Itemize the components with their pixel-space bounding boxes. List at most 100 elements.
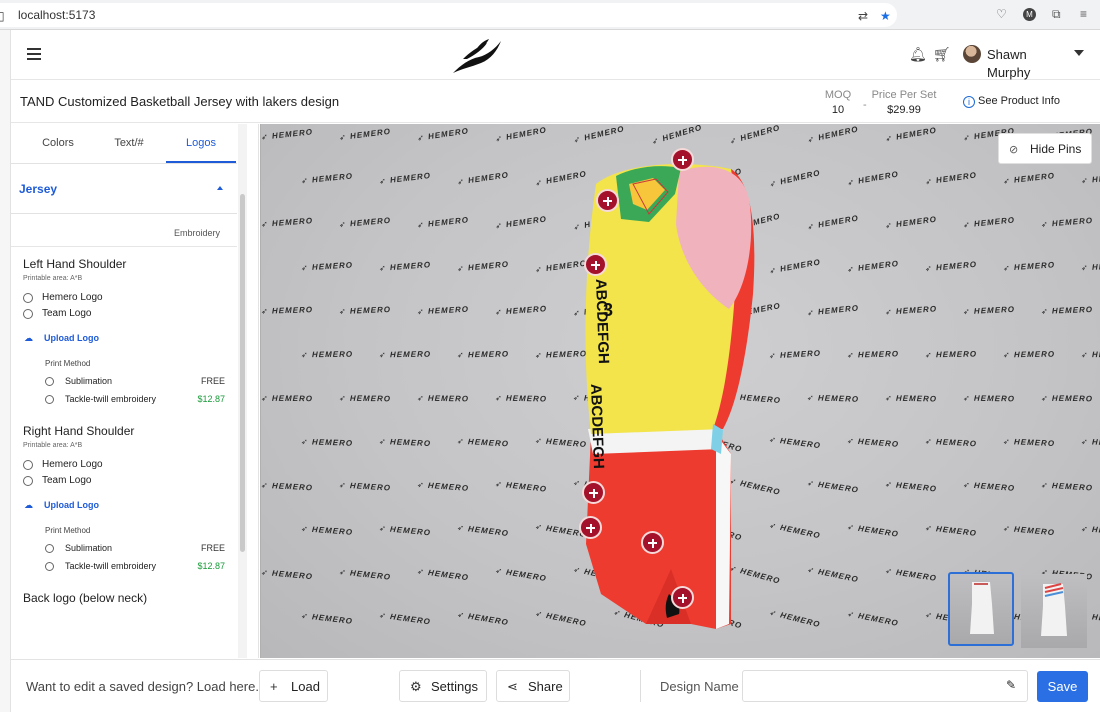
price-label: Price Per Set (871, 89, 937, 101)
thumbnail-side-view[interactable] (1021, 574, 1087, 648)
divider (11, 246, 237, 247)
pocket-icon[interactable]: ♡ (996, 7, 1007, 21)
eye-off-icon: ⊘ (1009, 144, 1019, 156)
method-price: $12.87 (197, 394, 225, 404)
chevron-up-icon[interactable] (217, 186, 223, 190)
3d-viewer[interactable]: ➶ HEMERO ➶ HEMERO ➶ HEMERO ➶ HEMERO ➶ HEMERO… (260, 124, 1100, 658)
jersey-number: 3 (603, 300, 613, 320)
method-tackle-twill[interactable]: Tackle-twill embroidery $12.87 (45, 561, 225, 573)
pin-add-icon[interactable] (579, 516, 602, 539)
radio-label: Hemero Logo (42, 292, 103, 303)
radio-hemero-logo[interactable]: Hemero Logo (23, 292, 203, 306)
method-sublimation[interactable]: Sublimation FREE (45, 543, 225, 555)
page-title: TAND Customized Basketball Jersey with l… (20, 94, 340, 109)
cloud-upload-icon: ☁ (24, 333, 33, 343)
moq-value: 10 (831, 104, 845, 116)
divider (640, 670, 641, 702)
radio-button[interactable] (45, 544, 54, 553)
gear-icon: ⚙ (410, 679, 422, 694)
section-jersey-header[interactable]: Jersey (11, 164, 237, 214)
browser-toolbar: ▯ localhost:5173 ⇄ ★ ♡ M ⧉ ≡ (0, 0, 1100, 30)
radio-button[interactable] (45, 377, 54, 386)
active-tab-indicator (166, 161, 236, 163)
bell-icon[interactable]: 🔔︎ (909, 46, 927, 63)
print-method-label: Print Method (45, 526, 91, 535)
tab-text[interactable]: Text/# (94, 137, 164, 149)
chevron-down-icon[interactable] (1074, 50, 1084, 56)
radio-label: Team Logo (42, 308, 92, 319)
pencil-icon[interactable]: ✎ (1006, 678, 1016, 692)
info-icon: i (963, 96, 975, 108)
hide-pins-button[interactable]: ⊘ Hide Pins (998, 133, 1092, 164)
logo[interactable] (449, 35, 505, 75)
tab-bar: Colors Text/# Logos (11, 124, 237, 164)
method-price: $12.87 (197, 561, 225, 571)
url-text[interactable]: localhost:5173 (18, 8, 95, 22)
tab-colors[interactable]: Colors (23, 137, 93, 149)
pin-add-icon[interactable] (582, 481, 605, 504)
user-name[interactable]: Shawn Murphy (987, 46, 1057, 82)
pin-add-icon[interactable] (671, 586, 694, 609)
jersey-text-back: ABCDEFGH (587, 384, 607, 470)
product-title-bar: TAND Customized Basketball Jersey with l… (11, 81, 1100, 123)
radio-button[interactable] (45, 395, 54, 404)
avatar[interactable] (963, 45, 981, 63)
radio-button[interactable] (23, 476, 33, 486)
cart-icon[interactable]: 🛒︎ (933, 46, 951, 63)
page-info-icon[interactable]: ▯ (0, 9, 5, 23)
design-name-input[interactable] (742, 670, 1028, 702)
upload-logo-link[interactable]: ☁ Upload Logo (24, 500, 99, 511)
address-bar[interactable]: ▯ localhost:5173 ⇄ ★ (0, 3, 897, 27)
method-price: FREE (200, 376, 225, 386)
tab-logos[interactable]: Logos (166, 137, 236, 149)
side-trim (0, 30, 11, 712)
radio-button[interactable] (23, 309, 33, 319)
group-title: Back logo (below neck) (23, 591, 148, 605)
settings-label: Settings (431, 679, 478, 694)
method-price: FREE (200, 543, 225, 553)
edit-prompt: Want to edit a saved design? Load here. (26, 679, 259, 694)
method-label: Embroidery (174, 228, 221, 238)
group-subtitle: Printable area: A*B (23, 275, 83, 282)
share-icon: ⋖ (507, 679, 518, 694)
radio-label: Hemero Logo (42, 459, 103, 470)
price-value: $29.99 (887, 104, 921, 116)
pin-add-icon[interactable] (641, 531, 664, 554)
upload-logo-link[interactable]: ☁ Upload Logo (24, 333, 99, 344)
save-button[interactable]: Save (1037, 671, 1088, 702)
method-label: Sublimation (65, 376, 113, 386)
jersey-text: ABCDEFGH (592, 279, 612, 365)
share-button[interactable]: ⋖ Share (496, 670, 570, 702)
group-subtitle: Printable area: A*B (23, 442, 83, 449)
radio-button[interactable] (23, 293, 33, 303)
radio-hemero-logo[interactable]: Hemero Logo (23, 459, 203, 473)
radio-team-logo[interactable]: Team Logo (23, 308, 203, 322)
load-button[interactable]: + Load (259, 670, 328, 702)
share-label: Share (528, 679, 563, 694)
radio-team-logo[interactable]: Team Logo (23, 475, 203, 489)
thumbnail-front-view[interactable] (948, 572, 1014, 646)
radio-button[interactable] (45, 562, 54, 571)
radio-button[interactable] (23, 460, 33, 470)
pin-add-icon[interactable] (584, 253, 607, 276)
extensions-icon[interactable]: ⧉ (1052, 7, 1061, 22)
profile-icon[interactable]: M (1023, 8, 1036, 21)
method-label: Tackle-twill embroidery (65, 561, 157, 571)
pin-add-icon[interactable] (671, 148, 694, 171)
see-product-info-link[interactable]: i See Product Info (963, 95, 1060, 108)
moq-label: MOQ (824, 89, 852, 101)
star-icon[interactable]: ★ (880, 9, 891, 23)
footer-bar: Want to edit a saved design? Load here. … (11, 659, 1100, 712)
browser-menu-icon[interactable]: ≡ (1080, 7, 1087, 21)
pin-add-icon[interactable] (596, 189, 619, 212)
scrollbar-thumb[interactable] (240, 194, 245, 552)
translate-icon[interactable]: ⇄ (858, 9, 868, 23)
plus-icon: + (270, 679, 278, 694)
menu-icon[interactable] (27, 48, 41, 60)
settings-button[interactable]: ⚙ Settings (399, 670, 487, 702)
radio-label: Team Logo (42, 475, 92, 486)
hide-pins-label: Hide Pins (1030, 142, 1082, 156)
upload-label: Upload Logo (44, 333, 99, 343)
method-tackle-twill[interactable]: Tackle-twill embroidery $12.87 (45, 394, 225, 406)
method-sublimation[interactable]: Sublimation FREE (45, 376, 225, 388)
